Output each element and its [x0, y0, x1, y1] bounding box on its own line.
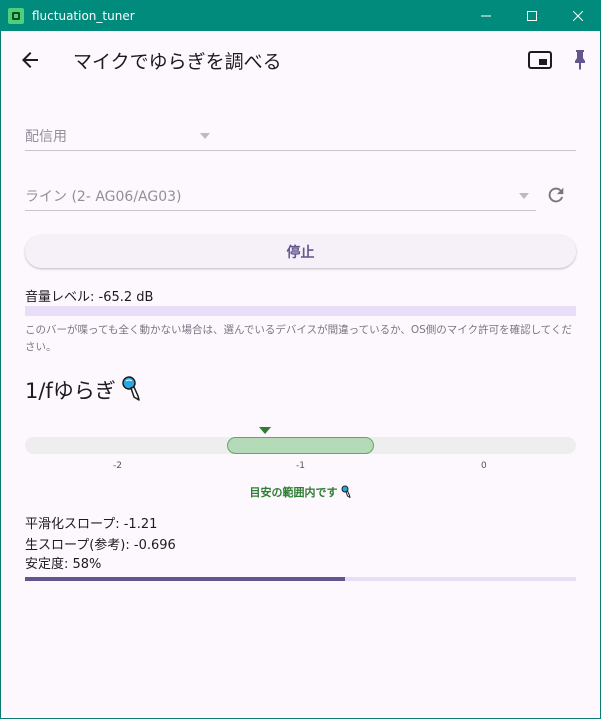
probe-icon — [341, 485, 350, 498]
fluctuation-title: 1/fゆらぎ — [25, 379, 116, 403]
app-icon — [8, 7, 24, 24]
raw-slope: 生スロープ(参考): -0.696 — [25, 538, 176, 553]
push-pin-icon[interactable] — [568, 47, 592, 71]
chevron-down-icon — [519, 193, 529, 199]
preset-dropdown[interactable]: 配信用 — [25, 121, 576, 151]
refresh-icon[interactable] — [545, 184, 567, 206]
gauge-tick: -1 — [296, 461, 305, 471]
probe-icon — [122, 376, 140, 401]
picture-in-picture-icon[interactable] — [527, 48, 553, 72]
close-button[interactable] — [555, 0, 601, 31]
minimize-button[interactable] — [463, 0, 509, 31]
slope-target-range — [227, 437, 374, 454]
gauge-tick: -2 — [113, 461, 122, 471]
window-title: fluctuation_tuner — [32, 8, 135, 23]
slope-status-text: 目安の範囲内です — [249, 486, 338, 499]
device-value: ライン (2- AG06/AG03) — [25, 189, 182, 205]
smoothed-slope: 平滑化スロープ: -1.21 — [25, 517, 158, 532]
window-controls — [463, 0, 601, 31]
chevron-down-icon — [200, 133, 210, 139]
close-icon — [573, 10, 583, 21]
gauge-tick: 0 — [481, 461, 487, 471]
window-border — [0, 0, 601, 719]
page-title: マイクでゆらぎを調べる — [73, 51, 282, 73]
minimize-icon — [481, 15, 491, 16]
window-titlebar[interactable]: fluctuation_tuner — [0, 0, 601, 31]
maximize-icon — [527, 10, 537, 21]
app-bar: マイクでゆらぎを調べる — [0, 31, 601, 89]
volume-hint-text: このバーが喋っても全く動かない場合は、選んでいるデバイスが間違っているか、OS側… — [25, 324, 572, 353]
stop-button[interactable]: 停止 — [25, 235, 576, 268]
arrow-left-icon[interactable] — [18, 48, 42, 72]
volume-level-bar — [25, 306, 576, 316]
slope-status: 目安の範囲内です — [0, 484, 601, 500]
preset-value: 配信用 — [25, 129, 67, 145]
maximize-button[interactable] — [509, 0, 555, 31]
volume-level-label: 音量レベル: -65.2 dB — [25, 290, 154, 305]
stability-label: 安定度: 58% — [25, 557, 102, 572]
stability-fill — [25, 577, 345, 581]
stability-bar — [25, 577, 576, 581]
slope-marker — [259, 427, 271, 434]
device-dropdown[interactable]: ライン (2- AG06/AG03) — [25, 181, 536, 211]
